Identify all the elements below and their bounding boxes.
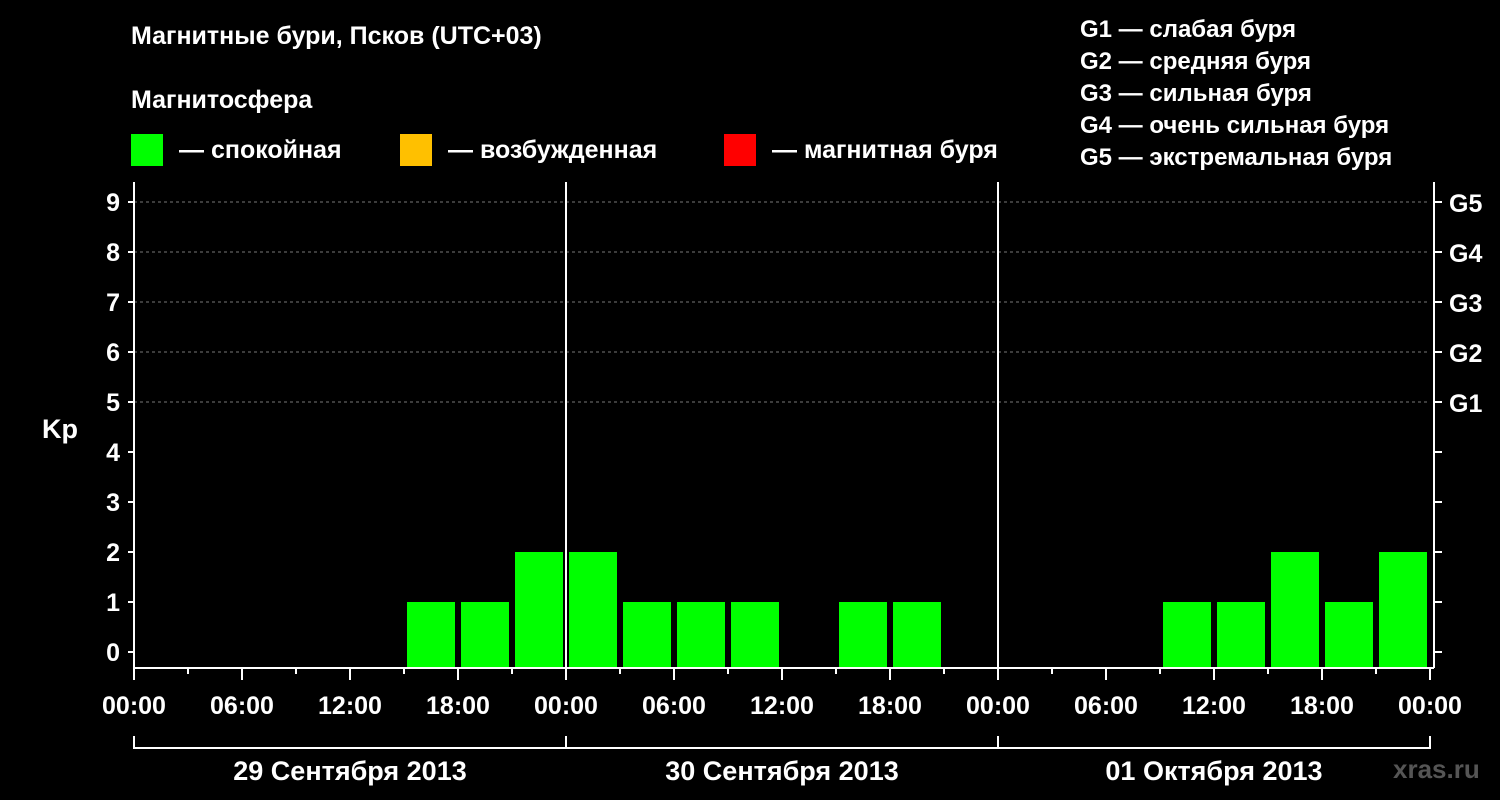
x-tick-label: 00:00 xyxy=(534,692,598,720)
day-label: 30 Сентября 2013 xyxy=(665,756,898,786)
x-tick-label: 12:00 xyxy=(750,692,814,720)
kp-bar xyxy=(1271,552,1319,668)
x-tick-label: 18:00 xyxy=(1290,692,1354,720)
y-tick-label: 8 xyxy=(106,239,120,267)
x-tick-label: 18:00 xyxy=(426,692,490,720)
watermark: xras.ru xyxy=(1393,754,1480,784)
y-tick-label: 3 xyxy=(106,489,120,517)
kp-bar xyxy=(1325,602,1373,668)
g-axis-label: G3 xyxy=(1449,290,1482,318)
kp-bar xyxy=(623,602,671,668)
x-tick-label: 00:00 xyxy=(1398,692,1462,720)
day-label: 01 Октября 2013 xyxy=(1105,756,1322,786)
x-tick-label: 18:00 xyxy=(858,692,922,720)
g-axis-label: G4 xyxy=(1449,240,1482,268)
y-tick-label: 2 xyxy=(106,539,120,567)
x-tick-label: 00:00 xyxy=(966,692,1030,720)
g-axis-label: G5 xyxy=(1449,190,1482,218)
x-tick-label: 00:00 xyxy=(102,692,166,720)
x-tick-label: 06:00 xyxy=(1074,692,1138,720)
day-label: 29 Сентября 2013 xyxy=(233,756,466,786)
x-tick-label: 06:00 xyxy=(210,692,274,720)
kp-bar xyxy=(515,552,563,668)
kp-bar xyxy=(569,552,617,668)
g-axis-label: G1 xyxy=(1449,390,1482,418)
kp-bar xyxy=(407,602,455,668)
kp-bar xyxy=(893,602,941,668)
kp-bar xyxy=(1163,602,1211,668)
g-axis-label: G2 xyxy=(1449,340,1482,368)
x-tick-label: 06:00 xyxy=(642,692,706,720)
y-tick-label: 6 xyxy=(106,339,120,367)
y-tick-label: 4 xyxy=(106,439,120,467)
kp-bar xyxy=(677,602,725,668)
y-tick-label: 1 xyxy=(106,589,120,617)
kp-bar xyxy=(461,602,509,668)
kp-bar xyxy=(839,602,887,668)
y-axis-label: Kp xyxy=(42,414,78,444)
kp-bar xyxy=(1379,552,1427,668)
y-tick-label: 7 xyxy=(106,289,120,317)
kp-bar xyxy=(731,602,779,668)
y-tick-label: 9 xyxy=(106,189,120,217)
y-tick-label: 0 xyxy=(106,639,120,667)
x-tick-label: 12:00 xyxy=(318,692,382,720)
kp-bar xyxy=(1217,602,1265,668)
kp-chart: 0 1 2 3 4 5 6 7 8 9 G1 G2 G3 G4 G5 Kp 00:00 06:00 12:00 18:… xyxy=(42,182,1482,786)
x-tick-label: 12:00 xyxy=(1182,692,1246,720)
y-tick-label: 5 xyxy=(106,389,120,417)
